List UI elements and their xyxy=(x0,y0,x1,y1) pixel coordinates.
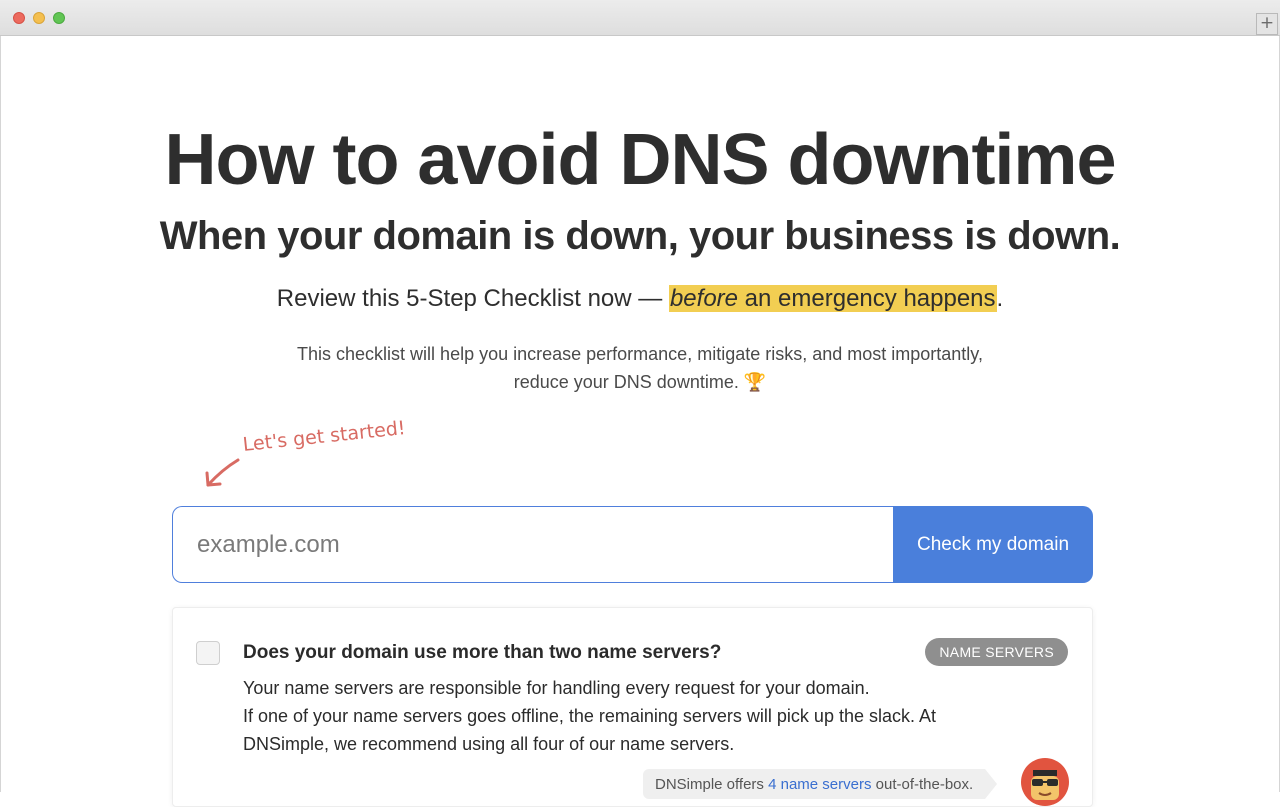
lead-prefix: Review this 5-Step Checklist now — xyxy=(276,285,669,312)
check-my-domain-button[interactable]: Check my domain xyxy=(893,506,1093,583)
domain-input[interactable] xyxy=(172,506,893,583)
lead-highlight-emphasis: before xyxy=(669,285,739,312)
tip-bubble: DNSimple offers 4 name servers out-of-th… xyxy=(643,769,998,799)
checklist-item-checkbox[interactable] xyxy=(196,641,220,665)
mascot-avatar xyxy=(1021,758,1069,806)
page-title: How to avoid DNS downtime xyxy=(164,120,1116,200)
lead-highlight-rest: an emergency happens xyxy=(738,285,996,312)
lead-suffix: . xyxy=(996,285,1004,312)
lead-text: Review this 5-Step Checklist now — befor… xyxy=(0,283,1280,315)
lead-highlight: before an emergency happens xyxy=(668,285,997,312)
category-badge: NAME SERVERS xyxy=(925,638,1068,666)
minimize-window-button[interactable] xyxy=(33,12,45,24)
checklist-item-answer: Your name servers are responsible for ha… xyxy=(243,674,1023,758)
domain-check-form: Check my domain xyxy=(172,506,1093,583)
new-tab-plus-icon[interactable]: + xyxy=(1256,13,1278,35)
answer-line-1: Your name servers are responsible for ha… xyxy=(243,678,870,698)
intro-paragraph: This checklist will help you increase pe… xyxy=(250,340,1030,396)
zoom-window-button[interactable] xyxy=(53,12,65,24)
curved-arrow-icon xyxy=(205,458,240,487)
page-subtitle: When your domain is down, your business … xyxy=(159,214,1121,258)
intro-line-1: This checklist will help you increase pe… xyxy=(297,344,983,364)
mascot-face-icon xyxy=(1031,770,1059,800)
close-window-button[interactable] xyxy=(13,12,25,24)
intro-line-2: reduce your DNS downtime. 🏆 xyxy=(513,372,767,392)
window-titlebar: + xyxy=(0,0,1280,36)
checklist-item-question: Does your domain use more than two name … xyxy=(243,642,722,663)
tip-suffix: out-of-the-box. xyxy=(871,776,974,793)
answer-line-2: If one of your name servers goes offline… xyxy=(243,706,936,754)
tip-prefix: DNSimple offers xyxy=(655,776,769,793)
name-servers-link[interactable]: 4 name servers xyxy=(768,776,871,793)
checklist-item: Does your domain use more than two name … xyxy=(172,607,1093,807)
